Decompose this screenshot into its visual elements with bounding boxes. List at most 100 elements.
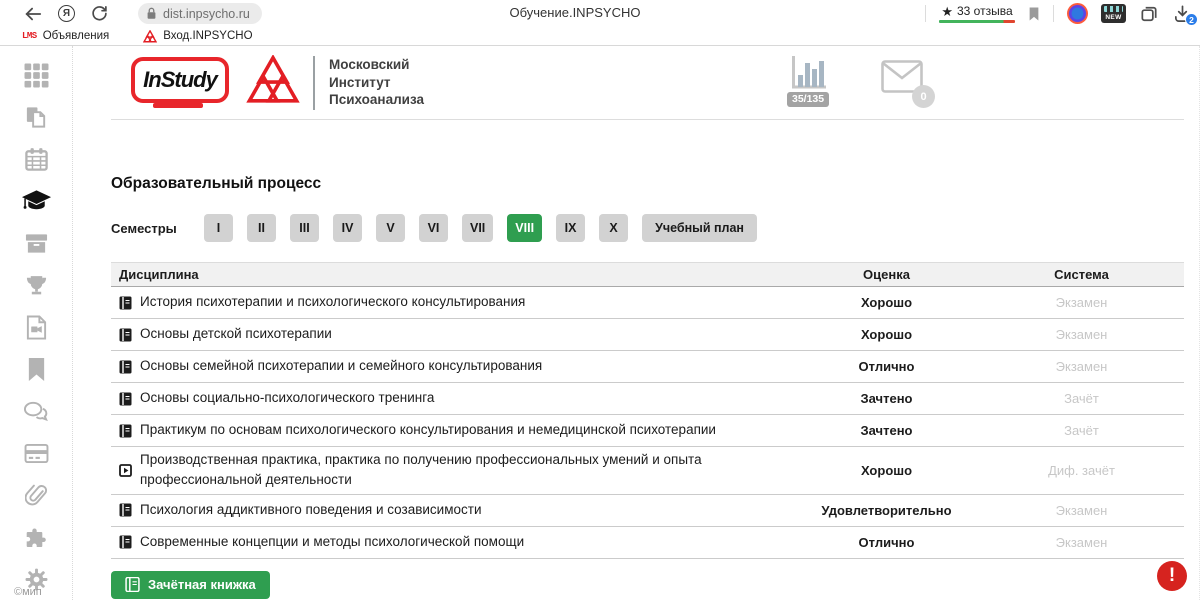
lock-icon: [146, 7, 157, 20]
semester-button-5[interactable]: V: [376, 214, 405, 242]
rating-bar: [939, 20, 1015, 23]
discipline-name: Основы социально-психологического тренин…: [140, 388, 434, 408]
browser-toolbar: Я dist.inpsycho.ru Обучение.INPSYCHO ★: [0, 0, 1200, 27]
system-value: Экзамен: [979, 503, 1184, 518]
grade-value: Хорошо: [794, 463, 979, 478]
bookmark-announcements[interactable]: LMS Объявления: [22, 30, 109, 42]
semester-button-3[interactable]: III: [290, 214, 319, 242]
address-bar[interactable]: dist.inpsycho.ru: [138, 3, 262, 24]
paperclip-icon[interactable]: [25, 483, 48, 508]
book-icon: [119, 296, 132, 310]
book-icon: [119, 535, 132, 549]
downloads-button[interactable]: 2: [1173, 4, 1192, 23]
semester-button-2[interactable]: II: [247, 214, 276, 242]
book-icon: [119, 503, 132, 517]
grade-value: Хорошо: [794, 327, 979, 342]
refresh-button[interactable]: [91, 5, 108, 22]
site-header: InStudy Московский Институт Психоанализа…: [111, 46, 1184, 120]
reviews-count: 33 отзыва: [957, 4, 1013, 18]
downloads-count-badge: 2: [1185, 13, 1198, 26]
semester-button-1[interactable]: I: [204, 214, 233, 242]
collections-button[interactable]: [1139, 4, 1160, 24]
bookmark-page-button[interactable]: [1028, 6, 1040, 22]
column-header-system: Система: [979, 267, 1184, 282]
apps-grid-icon[interactable]: [24, 63, 49, 88]
toolbar-divider: [1053, 5, 1054, 22]
page-tab-title: Обучение.INPSYCHO: [510, 5, 641, 20]
mail-count-badge: 0: [912, 85, 935, 108]
archive-box-icon[interactable]: [24, 231, 49, 256]
system-value: Экзамен: [979, 359, 1184, 374]
mip-favicon: [143, 30, 157, 43]
mip-triangles-logo: [245, 55, 301, 110]
grade-value: Хорошо: [794, 295, 979, 310]
yandex-home-button[interactable]: Я: [58, 5, 75, 22]
copyright-label: ©мип: [14, 586, 42, 598]
table-row[interactable]: Производственная практика, практика по п…: [111, 447, 1184, 495]
semesters-label: Семестры: [111, 221, 176, 236]
progress-stats-button[interactable]: 35/135: [787, 54, 829, 107]
semester-button-4[interactable]: IV: [333, 214, 362, 242]
grade-value: Отлично: [794, 359, 979, 374]
system-value: Экзамен: [979, 327, 1184, 342]
column-header-discipline: Дисциплина: [111, 267, 794, 282]
discipline-name: Производственная практика, практика по п…: [140, 450, 724, 491]
semester-button-10[interactable]: X: [599, 214, 628, 242]
chat-icon[interactable]: [23, 399, 50, 424]
book-icon: [125, 577, 140, 592]
payment-card-icon[interactable]: [24, 441, 49, 466]
table-row[interactable]: Практикум по основам психологического ко…: [111, 415, 1184, 447]
video-file-icon[interactable]: [25, 315, 48, 340]
system-value: Диф. зачёт: [979, 463, 1184, 478]
messages-button[interactable]: 0: [881, 60, 923, 98]
table-row[interactable]: Основы семейной психотерапии и семейного…: [111, 351, 1184, 383]
gradebook-button[interactable]: Зачётная книжка: [111, 571, 270, 599]
discipline-name: Основы детской психотерапии: [140, 324, 332, 344]
play-icon: [119, 464, 132, 477]
semester-button-7[interactable]: VII: [462, 214, 493, 242]
book-icon: [119, 360, 132, 374]
semester-button-8-active[interactable]: VIII: [507, 214, 542, 242]
table-row[interactable]: Современные концепции и методы психологи…: [111, 527, 1184, 559]
star-icon: ★: [941, 5, 953, 18]
app-window: Я dist.inpsycho.ru Обучение.INPSYCHO ★: [0, 0, 1200, 600]
table-row[interactable]: Основы социально-психологического тренин…: [111, 383, 1184, 415]
bookmark-icon[interactable]: [26, 357, 47, 382]
education-graduation-cap-icon[interactable]: [21, 189, 52, 214]
table-row[interactable]: Психология аддиктивного поведения и соза…: [111, 495, 1184, 527]
table-row[interactable]: Основы детской психотерапии Хорошо Экзам…: [111, 319, 1184, 351]
site-reviews-widget[interactable]: ★ 33 отзыва: [939, 4, 1015, 23]
puzzle-icon[interactable]: [24, 525, 48, 550]
lms-favicon: LMS: [22, 31, 37, 41]
calendar-icon[interactable]: [24, 147, 49, 172]
instudy-logo-stand: [153, 103, 203, 108]
disciplines-table: Дисциплина Оценка Система История психот…: [111, 262, 1184, 559]
discipline-name: История психотерапии и психологического …: [140, 292, 525, 312]
discipline-name: Практикум по основам психологического ко…: [140, 420, 716, 440]
grade-value: Отлично: [794, 535, 979, 550]
discipline-name: Основы семейной психотерапии и семейного…: [140, 356, 542, 376]
system-value: Зачёт: [979, 391, 1184, 406]
grade-value: Зачтено: [794, 423, 979, 438]
instudy-logo[interactable]: InStudy: [131, 57, 229, 103]
new-feature-button[interactable]: NEW: [1101, 4, 1126, 23]
profile-avatar[interactable]: [1067, 3, 1088, 24]
trophy-icon[interactable]: [24, 273, 49, 298]
back-button[interactable]: [24, 6, 42, 22]
book-icon: [119, 424, 132, 438]
page-title: Образовательный процесс: [111, 175, 1199, 193]
bookmarks-bar: LMS Объявления Вход.INPSYCHO: [0, 27, 1200, 45]
discipline-name: Психология аддиктивного поведения и соза…: [140, 500, 481, 520]
semester-button-6[interactable]: VI: [419, 214, 448, 242]
alert-notification-button[interactable]: !: [1157, 561, 1187, 591]
grade-value: Удовлетворительно: [794, 503, 979, 518]
curriculum-button[interactable]: Учебный план: [642, 214, 757, 242]
bookmark-login[interactable]: Вход.INPSYCHO: [143, 30, 252, 43]
documents-icon[interactable]: [24, 105, 49, 130]
logo-divider: [313, 56, 315, 110]
semester-button-9[interactable]: IX: [556, 214, 585, 242]
table-row[interactable]: История психотерапии и психологического …: [111, 287, 1184, 319]
new-badge-icon: NEW: [1101, 4, 1126, 23]
url-text: dist.inpsycho.ru: [163, 7, 250, 21]
grade-value: Зачтено: [794, 391, 979, 406]
